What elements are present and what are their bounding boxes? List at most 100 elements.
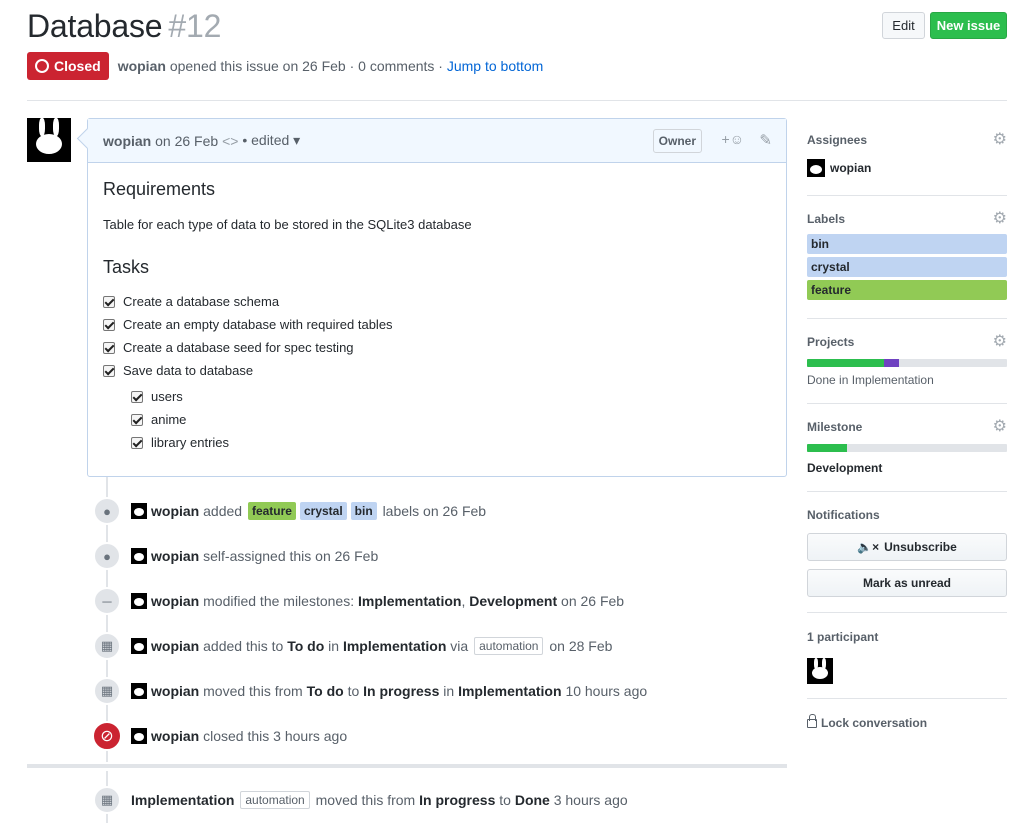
avatar[interactable]: [27, 118, 71, 162]
comment-body: Requirements Table for each type of data…: [88, 163, 786, 470]
task-label: Create a database schema: [123, 294, 280, 309]
timeline-event-labels: wopian added feature crystal bin labels …: [131, 501, 486, 521]
automation-badge: automation: [240, 791, 310, 809]
avatar[interactable]: [131, 548, 147, 564]
comment-date[interactable]: on 26 Feb: [155, 133, 218, 149]
milestone-icon: ─: [93, 587, 121, 615]
edit-button[interactable]: Edit: [882, 12, 925, 39]
project-link[interactable]: Implementation: [131, 792, 234, 808]
event-text: ,: [461, 593, 466, 609]
participants-heading: 1 participant: [807, 630, 879, 644]
project-column: Done: [514, 792, 550, 808]
project-link[interactable]: Implementation: [343, 638, 446, 654]
new-issue-button[interactable]: New issue: [930, 12, 1007, 39]
avatar[interactable]: [131, 683, 147, 699]
event-text: labels on 26 Feb: [382, 503, 487, 519]
notifications-heading: Notifications: [807, 508, 880, 522]
lock-conversation-link[interactable]: Lock conversation: [807, 714, 1007, 730]
task-checkbox[interactable]: [103, 364, 115, 377]
event-text: via: [450, 638, 469, 654]
timeline-event-closed: wopian closed this 3 hours ago: [131, 726, 347, 746]
issue-closed-icon: [35, 59, 49, 73]
sidebar-participants: 1 participant: [807, 630, 1007, 684]
sidebar-divider: [807, 403, 1007, 404]
gear-icon[interactable]: ⚙: [993, 211, 1007, 227]
task-checkbox[interactable]: [103, 295, 115, 308]
gear-icon[interactable]: ⚙: [993, 334, 1007, 350]
event-text: on 28 Feb: [549, 638, 613, 654]
sidebar-assignees: Assignees ⚙ wopian: [807, 132, 1007, 177]
task-checkbox[interactable]: [131, 390, 143, 403]
gear-icon[interactable]: ⚙: [993, 132, 1007, 148]
mark-unread-button[interactable]: Mark as unread: [807, 569, 1007, 597]
label-feature[interactable]: feature: [247, 502, 296, 520]
pencil-icon[interactable]: ✎: [759, 131, 772, 149]
issue-comment: wopian on 26 Feb <> • edited ▾ Owner +☺ …: [87, 118, 787, 477]
avatar[interactable]: [807, 159, 825, 177]
task-label: Create a database seed for spec testing: [123, 340, 354, 355]
project-icon: ▦: [93, 786, 121, 814]
automation-badge: automation: [474, 637, 544, 655]
label-bin[interactable]: bin: [350, 502, 377, 520]
edited-dropdown[interactable]: • edited ▾: [242, 132, 300, 149]
sidebar-divider: [807, 698, 1007, 699]
timeline-event-project-move: wopian moved this from To do to In progr…: [131, 681, 647, 701]
comment-author[interactable]: wopian: [103, 133, 151, 149]
progress-done: [807, 444, 847, 452]
task-checkbox[interactable]: [103, 341, 115, 354]
milestone-progress-bar: [807, 444, 1007, 452]
event-user[interactable]: wopian: [151, 683, 199, 699]
event-user[interactable]: wopian: [151, 728, 199, 744]
task-checkbox[interactable]: [103, 318, 115, 331]
projects-heading: Projects: [807, 335, 855, 349]
avatar[interactable]: [131, 593, 147, 609]
gear-icon[interactable]: ⚙: [993, 419, 1007, 435]
tag-icon: ●: [93, 497, 121, 525]
assignee-name[interactable]: wopian: [830, 161, 871, 175]
project-link[interactable]: Implementation: [458, 683, 561, 699]
status-badge: Closed: [27, 52, 109, 80]
event-text: closed this 3 hours ago: [203, 728, 348, 744]
milestone-link[interactable]: Implementation: [358, 593, 461, 609]
label-crystal[interactable]: crystal: [299, 502, 347, 520]
subtask-list: users anime library entries: [131, 385, 771, 454]
event-user[interactable]: wopian: [151, 548, 199, 564]
progress-in-progress: [884, 359, 899, 367]
milestone-name[interactable]: Development: [807, 461, 1007, 475]
label-crystal[interactable]: crystal: [807, 257, 1007, 277]
task-checkbox[interactable]: [131, 436, 143, 449]
issue-author-link[interactable]: wopian: [118, 58, 166, 74]
add-reaction-icon[interactable]: +☺: [722, 131, 744, 147]
event-text: self-assigned this on 26 Feb: [203, 548, 379, 564]
jump-to-bottom-link[interactable]: Jump to bottom: [447, 58, 544, 74]
sidebar-divider: [807, 195, 1007, 196]
avatar[interactable]: [131, 638, 147, 654]
task-item: Create an empty database with required t…: [103, 313, 771, 336]
project-progress-bar[interactable]: [807, 359, 1007, 367]
event-text: on 26 Feb: [561, 593, 625, 609]
label-bin[interactable]: bin: [807, 234, 1007, 254]
status-badge-label: Closed: [54, 58, 101, 74]
task-checkbox[interactable]: [131, 413, 143, 426]
unsubscribe-button[interactable]: 🔈× Unsubscribe: [807, 533, 1007, 561]
event-text: to: [347, 683, 360, 699]
avatar[interactable]: [807, 658, 833, 684]
project-status[interactable]: Done in Implementation: [807, 373, 1007, 387]
milestone-link[interactable]: Development: [469, 593, 557, 609]
event-text: moved this from: [203, 683, 303, 699]
event-text: in: [328, 638, 340, 654]
label-feature[interactable]: feature: [807, 280, 1007, 300]
assignees-heading: Assignees: [807, 133, 868, 147]
project-column: To do: [306, 683, 344, 699]
avatar[interactable]: [131, 503, 147, 519]
issue-number: #12: [168, 8, 222, 44]
event-user[interactable]: wopian: [151, 593, 199, 609]
requirements-heading: Requirements: [103, 179, 216, 199]
event-user[interactable]: wopian: [151, 503, 199, 519]
avatar[interactable]: [131, 728, 147, 744]
mute-icon: 🔈×: [857, 540, 880, 554]
task-label: anime: [151, 412, 187, 427]
event-user[interactable]: wopian: [151, 638, 199, 654]
event-text: in: [443, 683, 455, 699]
event-text: moved this from: [315, 792, 416, 808]
